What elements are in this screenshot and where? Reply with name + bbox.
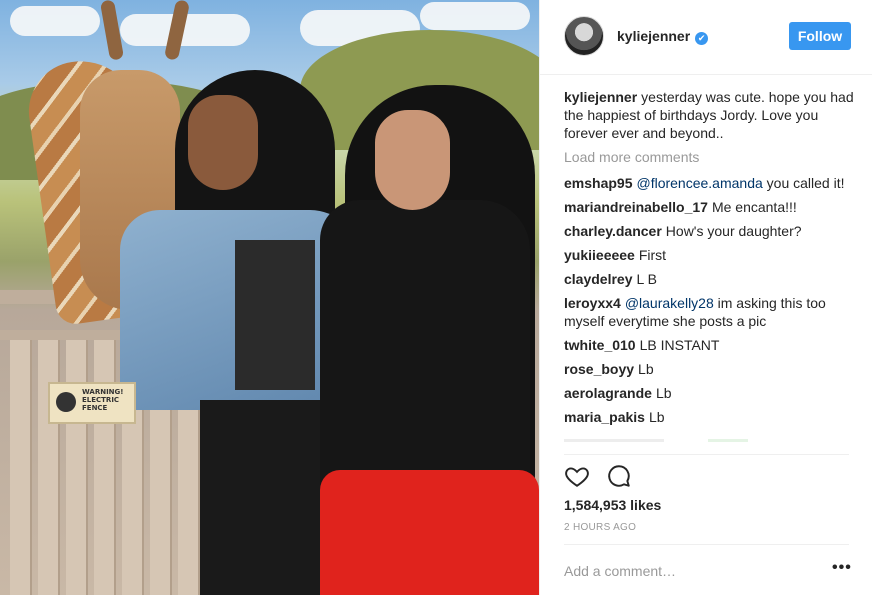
comment-author[interactable]: maria_pakis [564,409,645,425]
post-panel: kyliejenner ✔ Follow kyliejenner yesterday… [539,0,872,595]
person-left-face [188,95,258,190]
comment-author[interactable]: charley.dancer [564,223,662,239]
instagram-post: WARNING! ELECTRIC FENCE kyliejenner ✔ Fol… [0,0,872,595]
comment-text: Me encanta!!! [711,199,797,215]
avatar[interactable] [564,16,604,56]
post-photo[interactable]: WARNING! ELECTRIC FENCE [0,0,539,595]
comment-item: leroyxx4 @laurakelly28 im asking this too… [564,294,854,330]
comment-item: maria_pakis Lb [564,408,854,426]
comment-author[interactable]: leroyxx4 [564,295,621,311]
fence-post [38,340,60,595]
caption-author[interactable]: kyliejenner [564,89,637,105]
follow-button[interactable]: Follow [789,22,851,50]
comment-author[interactable]: rose_boyy [564,361,634,377]
username-link[interactable]: kyliejenner ✔ [617,28,709,45]
sign-subtitle: ELECTRIC FENCE [82,396,120,412]
comment-item: rose_boyy Lb [564,360,854,378]
fence-post [10,340,32,595]
comment-author[interactable]: mariandreinabello_17 [564,199,708,215]
username-label: kyliejenner [617,28,691,44]
comment-mention[interactable]: @laurakelly28 [625,295,714,311]
comment-text: First [638,247,667,263]
comment-text: you called it! [766,175,845,191]
verified-badge-icon: ✔ [695,32,709,45]
add-comment-input[interactable] [564,560,804,582]
comment-author[interactable]: claydelrey [564,271,633,287]
action-bar [564,463,632,491]
comment-item: claydelrey L B [564,270,854,288]
person-right-face [375,110,450,210]
comment-author[interactable]: yukiieeeee [564,247,635,263]
comment-text: LB INSTANT [639,337,720,353]
divider [564,544,849,545]
cloud [10,6,100,36]
comment-mention[interactable]: @florencee.amanda [636,175,762,191]
black-sweatshirt [320,200,530,500]
red-sweatpants [320,470,539,595]
comment-item: yukiieeeee First [564,246,854,264]
heart-icon[interactable] [564,463,590,489]
comment-text: L B [636,271,658,287]
caption: kyliejenner yesterday was cute. hope you … [564,88,854,142]
fence-post [66,340,88,595]
comment-text: Lb [638,361,654,377]
comment-author[interactable]: aerolagrande [564,385,652,401]
post-timestamp[interactable]: 2 HOURS AGO [564,522,636,533]
comment-item: emshap95 @florencee.amanda you called it! [564,174,854,192]
comment-text: How's your daughter? [665,223,802,239]
likes-count[interactable]: 1,584,953 likes [564,497,661,513]
comment-item: twhite_010 LB INSTANT [564,336,854,354]
comment-item: charley.dancer How's your daughter? [564,222,854,240]
load-more-comments-link[interactable]: Load more comments [564,148,854,166]
hand-icon [56,392,76,412]
lace-top [235,240,315,390]
comment-author[interactable]: emshap95 [564,175,632,191]
truncated-comment [564,432,854,442]
comment-item: mariandreinabello_17 Me encanta!!! [564,198,854,216]
fence-post [94,340,116,595]
comment-icon[interactable] [606,463,632,489]
more-options-icon[interactable]: ••• [832,560,852,576]
comment-item: aerolagrande Lb [564,384,854,402]
warning-sign: WARNING! ELECTRIC FENCE [48,382,136,424]
sign-title: WARNING! [82,388,124,396]
comment-text: Lb [648,409,665,425]
post-header: kyliejenner ✔ Follow [540,0,872,75]
comments-list[interactable]: kyliejenner yesterday was cute. hope you … [564,88,854,454]
cloud [420,2,530,30]
comment-text: Lb [655,385,672,401]
divider [564,454,849,455]
comment-author[interactable]: twhite_010 [564,337,636,353]
